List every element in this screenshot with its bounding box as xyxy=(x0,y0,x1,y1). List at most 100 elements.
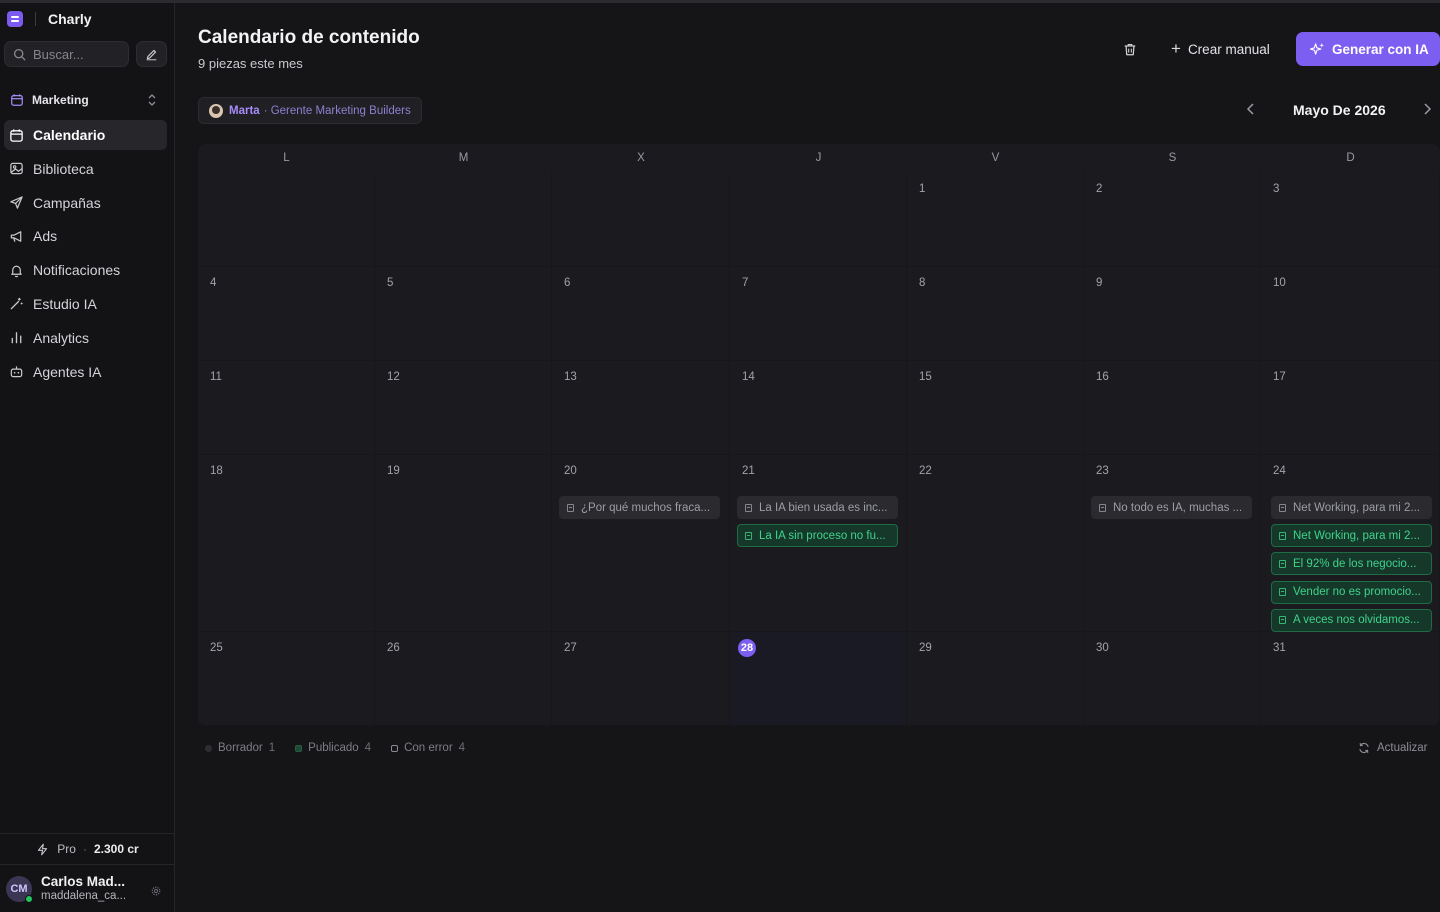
sidebar-item-ads[interactable]: Ads xyxy=(4,221,167,251)
pencil-icon xyxy=(146,49,157,60)
legend-error[interactable]: Con error 4 xyxy=(391,742,465,754)
post-icon xyxy=(745,531,752,540)
calendar-day-cell[interactable]: 4 xyxy=(198,267,375,361)
calendar-day-cell[interactable]: 30 xyxy=(1084,632,1261,726)
calendar-day-cell[interactable]: 27 xyxy=(552,632,730,726)
calendar-day-cell[interactable]: 7 xyxy=(730,267,907,361)
calendar-day-cell[interactable]: 21 La IA bien usada es inc... La IA sin pr… xyxy=(730,455,907,632)
calendar-day-cell[interactable]: 16 xyxy=(1084,361,1261,455)
day-number: 14 xyxy=(742,371,755,383)
calendar-day-cell[interactable]: 29 xyxy=(907,632,1084,726)
calendar-day-cell[interactable]: 11 xyxy=(198,361,375,455)
app-logo-icon xyxy=(7,11,23,27)
search-input[interactable] xyxy=(33,46,123,62)
create-manual-button[interactable]: + Crear manual xyxy=(1165,36,1276,62)
day-number: 6 xyxy=(564,277,571,289)
calendar-day-cell[interactable]: 2 xyxy=(1084,173,1261,267)
gear-icon[interactable] xyxy=(151,886,161,896)
weekday-label: X xyxy=(637,152,645,164)
new-item-button[interactable] xyxy=(136,41,167,67)
user-name: Carlos Mad... xyxy=(41,873,126,889)
calendar-icon xyxy=(11,94,23,106)
draft-post-chip[interactable]: ¿Por qué muchos fraca... xyxy=(559,496,720,519)
sparkles-icon xyxy=(1310,42,1325,55)
legend-draft-label: Borrador xyxy=(218,742,263,754)
calendar-day-cell[interactable]: 13 xyxy=(552,361,730,455)
calendar-day-cell[interactable] xyxy=(552,173,730,267)
separator-dot: · xyxy=(82,842,87,856)
sidebar-item-estudio-ia[interactable]: Estudio IA xyxy=(4,289,167,319)
published-post-chip[interactable]: Net Working, para mi 2... xyxy=(1271,524,1432,548)
error-swatch xyxy=(391,744,399,752)
bar-chart-icon xyxy=(11,332,22,344)
sidebar-item-analytics[interactable]: Analytics xyxy=(4,323,167,353)
calendar-day-cell[interactable]: 1 xyxy=(907,173,1084,267)
calendar-day-cell[interactable]: 5 xyxy=(375,267,552,361)
calendar-day-cell[interactable]: 3 xyxy=(1261,173,1440,267)
draft-post-chip[interactable]: La IA bien usada es inc... xyxy=(737,496,898,519)
day-number: 31 xyxy=(1273,642,1286,654)
avatar-initials: CM xyxy=(10,882,28,895)
day-number: 2 xyxy=(1096,183,1103,195)
draft-post-chip[interactable]: No todo es IA, muchas ... xyxy=(1091,496,1252,519)
published-post-chip[interactable]: La IA sin proceso no fu... xyxy=(737,524,898,548)
calendar-day-cell[interactable] xyxy=(730,173,907,267)
sidebar-item-label: Ads xyxy=(33,228,58,245)
legend-published-count: 4 xyxy=(364,742,372,754)
sidebar-item-campanas[interactable]: Campañas xyxy=(4,188,167,218)
legend-draft[interactable]: Borrador 1 xyxy=(205,742,275,754)
calendar-day-cell[interactable]: 26 xyxy=(375,632,552,726)
calendar-day-cell[interactable]: 23 No todo es IA, muchas ... xyxy=(1084,455,1261,632)
sidebar-item-calendario[interactable]: Calendario xyxy=(4,120,167,150)
published-post-chip[interactable]: A veces nos olvidamos... xyxy=(1271,608,1432,632)
post-icon xyxy=(1279,503,1286,512)
search-box[interactable] xyxy=(4,41,129,67)
post-title: La IA sin proceso no fu... xyxy=(759,529,886,542)
refresh-button[interactable]: Actualizar xyxy=(1358,742,1428,754)
draft-post-chip[interactable]: Net Working, para mi 2... xyxy=(1271,496,1432,519)
calendar-day-cell[interactable]: 14 xyxy=(730,361,907,455)
day-number: 26 xyxy=(387,642,400,654)
calendar-day-cell[interactable]: 28 xyxy=(730,632,907,726)
calendar-day-cell[interactable]: 24 Net Working, para mi 2... Net Working, … xyxy=(1261,455,1440,632)
sidebar-item-notificaciones[interactable]: Notificaciones xyxy=(4,255,167,285)
legend-error-label: Con error xyxy=(404,742,453,754)
calendar-day-cell[interactable]: 6 xyxy=(552,267,730,361)
day-number: 23 xyxy=(1096,465,1109,477)
calendar-day-cell[interactable]: 20 ¿Por qué muchos fraca... xyxy=(552,455,730,632)
published-post-chip[interactable]: El 92% de los negocio... xyxy=(1271,552,1432,576)
sidebar-item-label: Biblioteca xyxy=(33,160,94,177)
calendar-day-cell[interactable]: 17 xyxy=(1261,361,1440,455)
calendar-day-cell[interactable]: 8 xyxy=(907,267,1084,361)
post-title: Net Working, para mi 2... xyxy=(1293,501,1420,514)
calendar-day-cell[interactable]: 22 xyxy=(907,455,1084,632)
legend-published[interactable]: Publicado 4 xyxy=(295,742,371,754)
weekday-label: L xyxy=(283,152,290,164)
calendar-day-cell[interactable] xyxy=(198,173,375,267)
calendar-day-cell[interactable]: 15 xyxy=(907,361,1084,455)
sidebar-item-agentes-ia[interactable]: Agentes IA xyxy=(4,357,167,387)
calendar-day-cell[interactable]: 31 xyxy=(1261,632,1440,726)
user-profile[interactable]: CM Carlos Mad... maddalena_ca... xyxy=(0,865,175,912)
published-post-chip[interactable]: Vender no es promocio... xyxy=(1271,580,1432,604)
plan-name: Pro xyxy=(57,842,76,856)
generate-ai-button[interactable]: Generar con IA xyxy=(1296,32,1440,66)
owner-filter-chip[interactable]: Marta · Gerente Marketing Builders xyxy=(198,97,422,124)
calendar-day-cell[interactable] xyxy=(375,173,552,267)
sidebar-item-biblioteca[interactable]: Biblioteca xyxy=(4,154,167,184)
calendar-day-cell[interactable]: 9 xyxy=(1084,267,1261,361)
brand[interactable]: Charly xyxy=(7,11,92,27)
calendar-day-cell[interactable]: 10 xyxy=(1261,267,1440,361)
credits-bar[interactable]: Pro · 2.300 cr xyxy=(0,833,175,865)
chevron-right-icon[interactable] xyxy=(1420,101,1434,117)
calendar-day-cell[interactable]: 12 xyxy=(375,361,552,455)
calendar-day-cell[interactable]: 19 xyxy=(375,455,552,632)
workspace-selector[interactable]: Marketing xyxy=(4,87,167,113)
calendar-day-cell[interactable]: 18 xyxy=(198,455,375,632)
delete-button[interactable] xyxy=(1119,38,1141,60)
today-day-number: 28 xyxy=(738,639,756,657)
chevron-left-icon[interactable] xyxy=(1244,101,1258,117)
calendar-day-cell[interactable]: 25 xyxy=(198,632,375,726)
post-title: Vender no es promocio... xyxy=(1293,586,1421,599)
day-number: 4 xyxy=(210,277,217,289)
